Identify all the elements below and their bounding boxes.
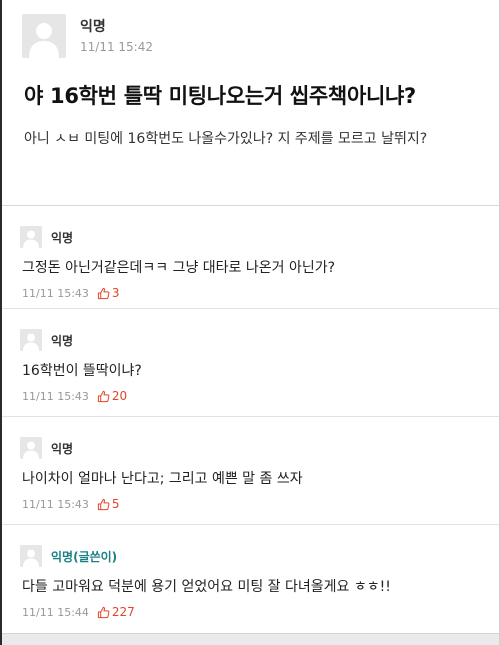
comment-author-writer[interactable]: 익명(글쓴이) [51, 548, 117, 565]
comment-author[interactable]: 익명 [51, 229, 73, 246]
comment-meta: 11/11 15:43 5 [22, 497, 120, 511]
comment-text: 다들 고마워요 덕분에 용기 얻었어요 미팅 잘 다녀올게요 ㅎㅎ!! [22, 579, 391, 595]
post-title: 야 16학번 틀딱 미팅나오는거 씹주책아니냐? [24, 84, 416, 108]
comment-timestamp: 11/11 15:43 [22, 389, 89, 403]
commenter-avatar-icon[interactable] [20, 226, 42, 248]
post-author[interactable]: 익명 [80, 16, 106, 36]
comment-timestamp: 11/11 15:44 [22, 605, 89, 619]
post-body: 아니 ㅅㅂ 미팅에 16학번도 나올수가있나? 지 주제를 모르고 날뛰지? [24, 131, 428, 147]
comment-text: 16학번이 뜰딱이냐? [22, 363, 142, 379]
like-count: 20 [111, 389, 128, 403]
thumbs-up-icon [97, 287, 110, 299]
like-button[interactable]: 3 [97, 286, 120, 300]
like-button[interactable]: 20 [97, 389, 127, 403]
commenter-avatar-icon[interactable] [20, 329, 42, 351]
comment-text: 나이차이 얼마나 난다고; 그리고 예쁜 말 좀 쓰자 [22, 471, 303, 487]
like-button[interactable]: 227 [97, 605, 135, 619]
comment-item: 익명 16학번이 뜰딱이냐? 11/11 15:43 20 [2, 308, 499, 416]
bottom-input-bar[interactable] [2, 633, 499, 645]
thumbs-up-icon [97, 498, 110, 510]
post-timestamp: 11/11 15:42 [80, 40, 153, 54]
thumbs-up-icon [97, 390, 110, 402]
comment-item-writer: 익명(글쓴이) 다들 고마워요 덕분에 용기 얻었어요 미팅 잘 다녀올게요 ㅎ… [2, 524, 499, 632]
comment-author[interactable]: 익명 [51, 332, 73, 349]
comment-text: 그정돈 아닌거같은데ㅋㅋ 그냥 대타로 나온거 아닌가? [22, 260, 336, 276]
like-count: 5 [111, 497, 120, 511]
comment-meta: 11/11 15:44 227 [22, 605, 135, 619]
comment-timestamp: 11/11 15:43 [22, 286, 89, 300]
comment-item: 익명 나이차이 얼마나 난다고; 그리고 예쁜 말 좀 쓰자 11/11 15:… [2, 416, 499, 524]
thumbs-up-icon [97, 606, 110, 618]
author-avatar-icon[interactable] [22, 14, 66, 58]
like-button[interactable]: 5 [97, 497, 120, 511]
commenter-avatar-icon[interactable] [20, 437, 42, 459]
comment-timestamp: 11/11 15:43 [22, 497, 89, 511]
comment-item: 익명 그정돈 아닌거같은데ㅋㅋ 그냥 대타로 나온거 아닌가? 11/11 15… [2, 205, 499, 308]
like-count: 227 [111, 605, 135, 619]
commenter-avatar-icon[interactable] [20, 545, 42, 567]
comment-author[interactable]: 익명 [51, 440, 73, 457]
comment-list: 익명 그정돈 아닌거같은데ㅋㅋ 그냥 대타로 나온거 아닌가? 11/11 15… [2, 205, 499, 632]
like-count: 3 [111, 286, 120, 300]
comment-meta: 11/11 15:43 20 [22, 389, 127, 403]
comment-meta: 11/11 15:43 3 [22, 286, 120, 300]
post: 익명 11/11 15:42 야 16학번 틀딱 미팅나오는거 씹주책아니냐? … [2, 0, 499, 205]
